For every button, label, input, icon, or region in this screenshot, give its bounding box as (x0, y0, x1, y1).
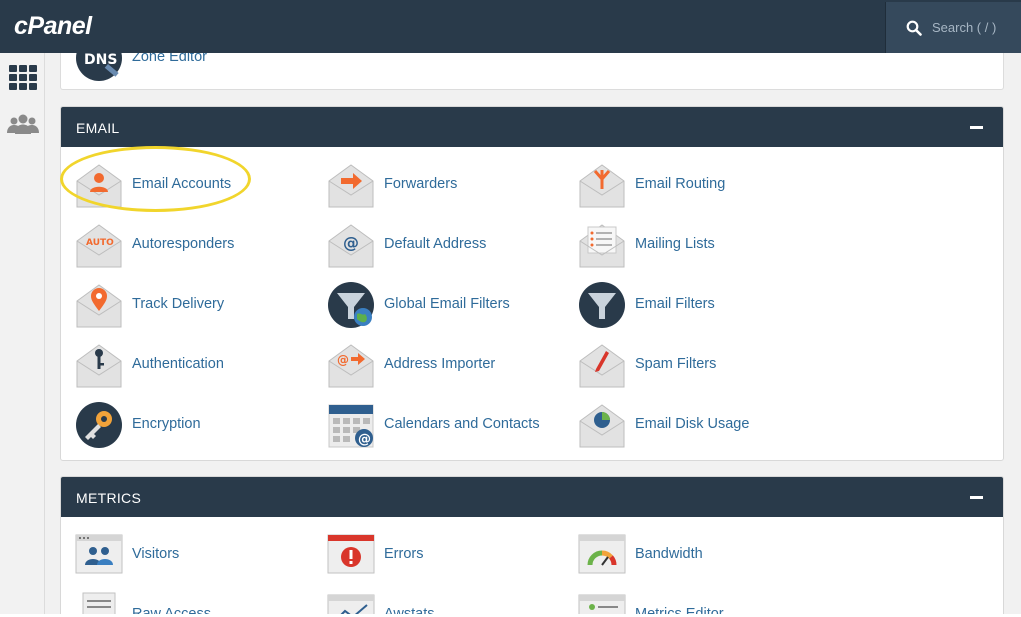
authentication-label: Authentication (132, 356, 224, 372)
raw-access-item[interactable]: Raw Access (75, 590, 315, 617)
spam-filter-pen-icon (579, 344, 625, 388)
email-panel-title: EMAIL (76, 120, 120, 136)
metrics-panel-title: METRICS (76, 490, 142, 506)
default-address-label: Default Address (384, 236, 487, 252)
metrics-panel-header: METRICS (61, 477, 1003, 517)
calendars-contacts-item[interactable]: @ Calendars and Contacts (327, 400, 567, 450)
email-panel: EMAIL Email Accounts Forwarders Email Ro… (60, 106, 1004, 461)
main-content: DNS Zone Editor EMAIL Email Accounts For… (45, 53, 1021, 617)
errors-item[interactable]: Errors (327, 530, 567, 580)
encryption-label: Encryption (132, 416, 201, 432)
address-importer-label: Address Importer (384, 356, 496, 372)
users-icon[interactable] (7, 111, 39, 139)
svg-text:@: @ (337, 353, 349, 367)
global-email-filters-label: Global Email Filters (384, 296, 510, 312)
email-accounts-item[interactable]: Email Accounts (75, 160, 315, 210)
visitors-label: Visitors (132, 546, 180, 562)
email-routing-label: Email Routing (635, 176, 726, 192)
address-importer-icon: @ (328, 344, 374, 388)
left-sidebar (0, 53, 45, 617)
errors-label: Errors (384, 546, 424, 562)
key-icon (76, 344, 122, 388)
default-address-item[interactable]: @ Default Address (327, 220, 567, 270)
metrics-editor-item[interactable]: Metrics Editor (578, 590, 818, 617)
disk-usage-pie-icon (579, 404, 625, 448)
email-filters-item[interactable]: Email Filters (578, 280, 818, 330)
visitors-item[interactable]: Visitors (75, 530, 315, 580)
spam-filters-item[interactable]: Spam Filters (578, 340, 818, 390)
location-pin-icon (76, 284, 122, 328)
mailing-lists-icon (579, 224, 625, 268)
email-routing-item[interactable]: Email Routing (578, 160, 818, 210)
forwarders-icon (328, 164, 374, 208)
filter-icon (579, 282, 625, 328)
calendars-contacts-label: Calendars and Contacts (384, 416, 540, 432)
search-input[interactable]: Search ( / ) (932, 20, 996, 35)
visitors-icon (75, 534, 123, 574)
autoresponders-label: Autoresponders (132, 236, 235, 252)
autoresponders-icon: AUTO (76, 224, 122, 268)
email-panel-header: EMAIL (61, 107, 1003, 147)
address-importer-item[interactable]: @ Address Importer (327, 340, 567, 390)
gauge-icon (578, 534, 626, 574)
global-email-filters-item[interactable]: Global Email Filters (327, 280, 567, 330)
bandwidth-label: Bandwidth (635, 546, 703, 562)
authentication-item[interactable]: Authentication (75, 340, 315, 390)
autoresponders-item[interactable]: AUTO Autoresponders (75, 220, 315, 270)
dns-text: DNS (84, 53, 117, 68)
email-accounts-label: Email Accounts (132, 176, 232, 192)
spam-filters-label: Spam Filters (635, 356, 717, 372)
email-disk-usage-item[interactable]: Email Disk Usage (578, 400, 818, 450)
search-icon (906, 20, 922, 36)
auto-text: AUTO (86, 238, 114, 248)
at-sign-icon: @ (328, 224, 374, 268)
collapse-email-button[interactable] (969, 119, 985, 135)
grid-icon[interactable] (7, 63, 39, 91)
awstats-item[interactable]: Awstats (327, 590, 567, 617)
svg-text:@: @ (343, 233, 359, 252)
metrics-panel: METRICS Visitors Errors Bandwidth Raw Ac… (60, 476, 1004, 617)
encryption-key-icon (76, 402, 122, 448)
track-delivery-label: Track Delivery (132, 296, 225, 312)
forwarders-item[interactable]: Forwarders (327, 160, 567, 210)
collapse-metrics-button[interactable] (969, 489, 985, 505)
email-routing-icon (579, 164, 625, 208)
track-delivery-item[interactable]: Track Delivery (75, 280, 315, 330)
cpanel-logo[interactable]: cPanel (14, 12, 92, 41)
mailing-lists-item[interactable]: Mailing Lists (578, 220, 818, 270)
search-box[interactable]: Search ( / ) (885, 2, 1021, 53)
zone-editor-label: Zone Editor (132, 53, 207, 65)
globe-filter-icon (328, 282, 374, 328)
errors-icon (327, 534, 375, 574)
svg-text:@: @ (358, 432, 371, 447)
zone-editor-item[interactable]: DNS Zone Editor (75, 53, 315, 83)
forwarders-label: Forwarders (384, 176, 458, 192)
bandwidth-item[interactable]: Bandwidth (578, 530, 818, 580)
encryption-item[interactable]: Encryption (75, 400, 315, 450)
domains-panel-tail: DNS Zone Editor (60, 53, 1004, 90)
mailing-lists-label: Mailing Lists (635, 236, 715, 252)
calendar-icon: @ (328, 404, 374, 448)
email-filters-label: Email Filters (635, 296, 715, 312)
email-disk-usage-label: Email Disk Usage (635, 416, 750, 432)
top-bar: cPanel Search ( / ) (0, 0, 1021, 53)
dns-zone-icon: DNS (76, 53, 122, 81)
email-accounts-icon (76, 164, 122, 208)
